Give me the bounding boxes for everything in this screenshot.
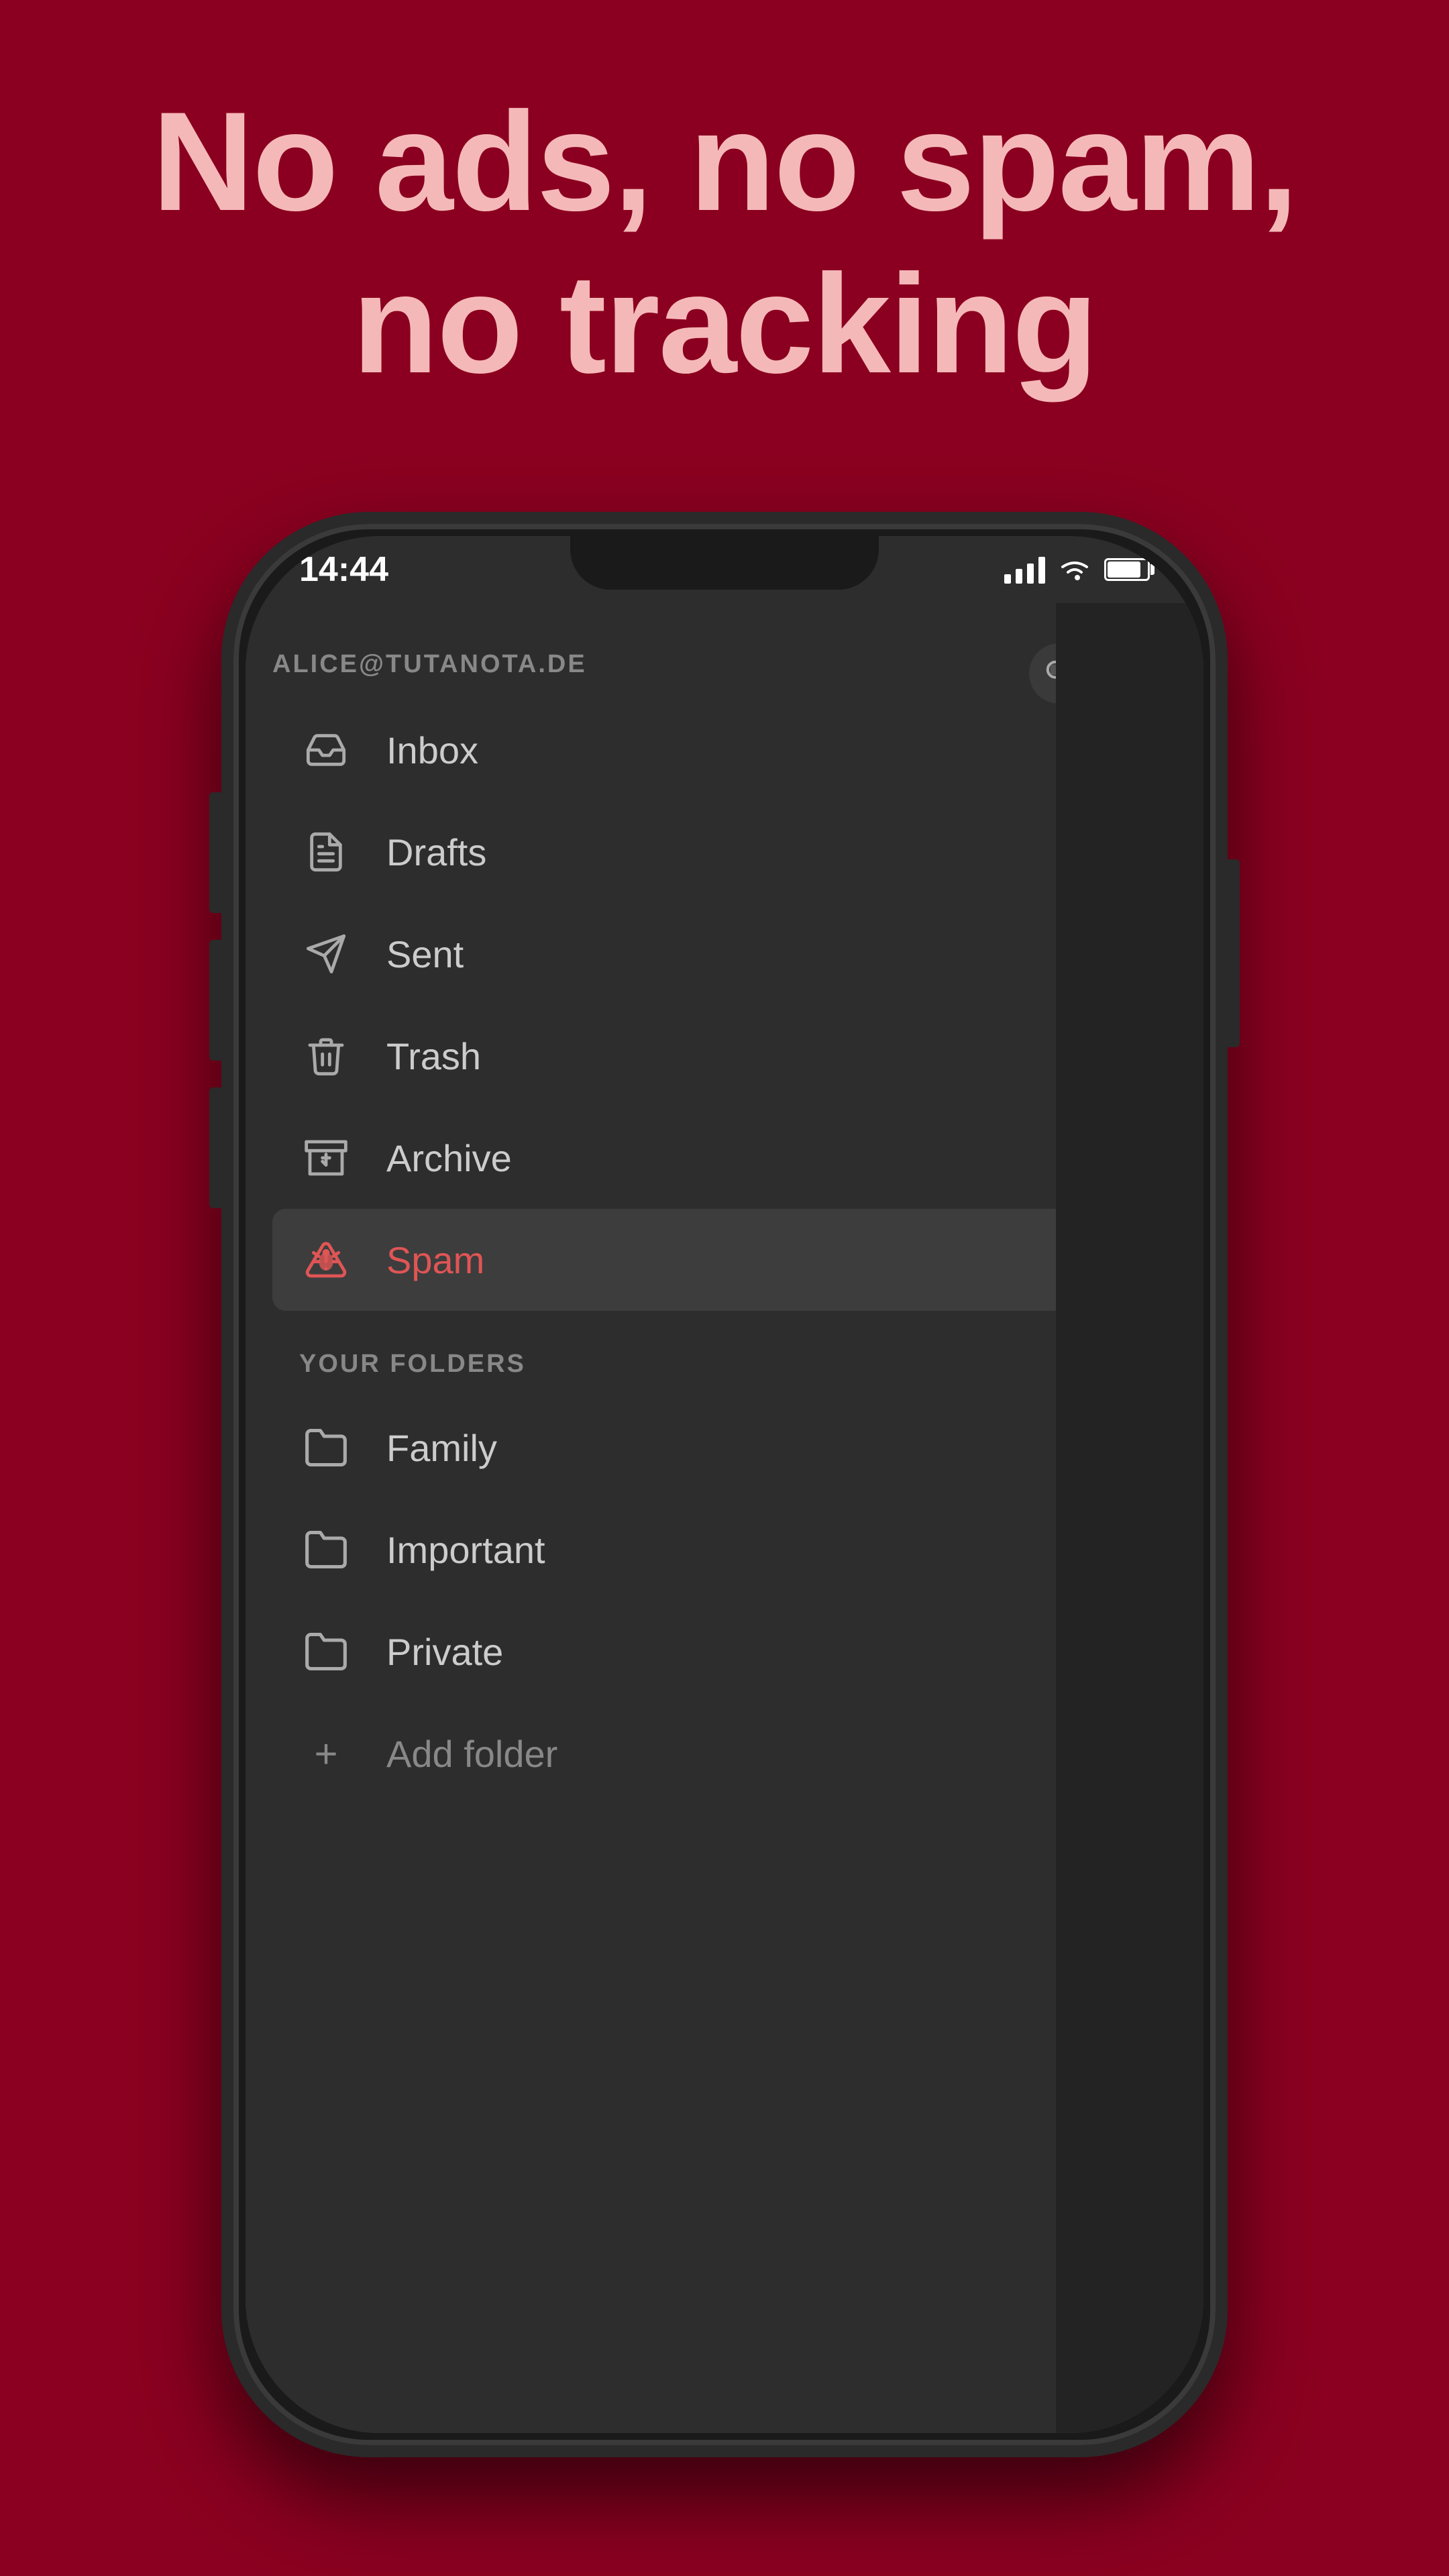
app-content: ALICE@TUTANOTA.DE Inbox 1 — [246, 603, 1203, 2433]
family-folder-icon — [299, 1421, 353, 1474]
add-folder-icon: + — [299, 1727, 353, 1780]
folders-section-header: YOUR FOLDERS — [272, 1324, 1177, 1397]
battery-fill — [1108, 561, 1140, 578]
archive-icon — [299, 1131, 353, 1185]
right-panel — [1056, 603, 1203, 2433]
important-folder-icon — [299, 1523, 353, 1576]
add-folder-label: Add folder — [386, 1732, 557, 1776]
add-folder-button[interactable]: + Add folder — [272, 1703, 1177, 1805]
phone-mockup: 14:44 — [221, 512, 1228, 2457]
folders-title: YOUR FOLDERS — [299, 1350, 526, 1379]
drafts-icon — [299, 825, 353, 879]
tagline-line1: No ads, no spam, — [152, 80, 1297, 243]
spam-icon — [299, 1233, 353, 1287]
status-time: 14:44 — [299, 549, 388, 590]
tagline-line2: no tracking — [152, 243, 1297, 405]
sidebar-item-inbox[interactable]: Inbox 1 — [272, 699, 1177, 801]
folder-item-family[interactable]: Family — [272, 1397, 1177, 1499]
trash-label: Trash — [386, 1034, 481, 1078]
phone-outer: 14:44 — [221, 512, 1228, 2457]
signal-bar-2 — [1016, 569, 1022, 584]
sidebar-item-archive[interactable]: Archive — [272, 1107, 1177, 1209]
folder-item-private[interactable]: Private — [272, 1601, 1177, 1703]
signal-bar-3 — [1027, 564, 1034, 584]
sidebar-item-drafts[interactable]: Drafts — [272, 801, 1177, 903]
phone-notch — [570, 536, 879, 590]
phone-screen: 14:44 — [246, 536, 1203, 2433]
inbox-label: Inbox — [386, 729, 478, 772]
important-folder-label: Important — [386, 1528, 545, 1572]
signal-bar-4 — [1038, 557, 1045, 584]
sent-icon — [299, 927, 353, 981]
signal-bar-1 — [1004, 574, 1011, 584]
folder-item-important[interactable]: Important — [272, 1499, 1177, 1601]
wifi-icon — [1057, 556, 1092, 583]
sidebar-item-trash[interactable]: Trash — [272, 1005, 1177, 1107]
sidebar-item-sent[interactable]: Sent — [272, 903, 1177, 1005]
family-folder-label: Family — [386, 1426, 497, 1470]
inbox-icon — [299, 723, 353, 777]
tagline-container: No ads, no spam, no tracking — [99, 80, 1351, 405]
signal-icon — [1004, 555, 1045, 584]
drafts-label: Drafts — [386, 830, 486, 874]
battery-icon — [1104, 558, 1150, 581]
spam-label: Spam — [386, 1238, 484, 1282]
sidebar-item-spam[interactable]: Spam 173 — [272, 1209, 1177, 1311]
archive-label: Archive — [386, 1136, 512, 1180]
trash-icon — [299, 1029, 353, 1083]
status-icons — [1004, 555, 1150, 584]
private-folder-label: Private — [386, 1630, 503, 1674]
sent-label: Sent — [386, 932, 464, 976]
private-folder-icon — [299, 1625, 353, 1678]
